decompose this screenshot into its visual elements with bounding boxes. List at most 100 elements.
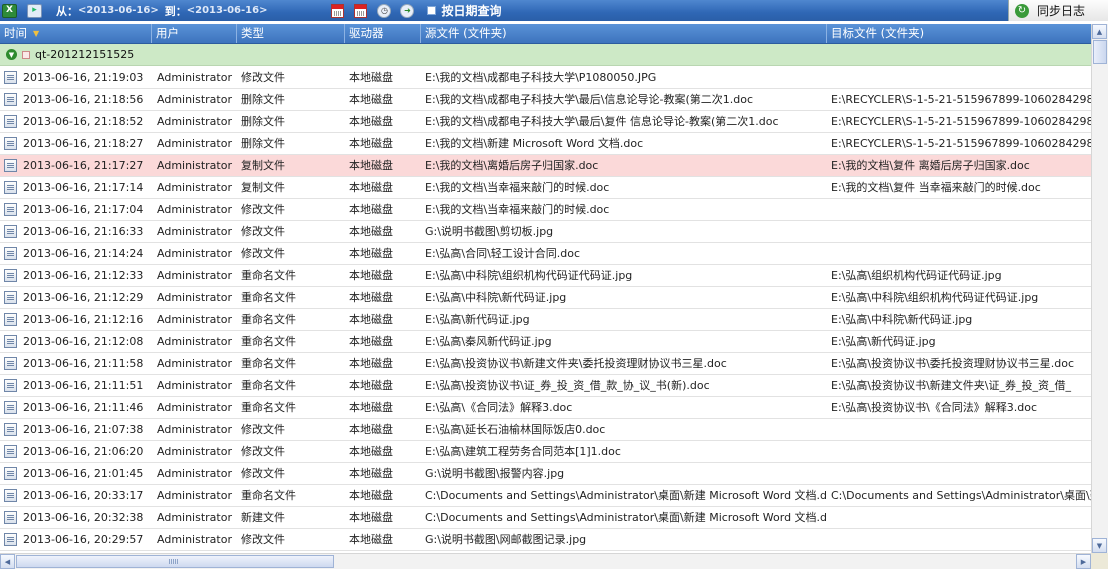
column-header-target[interactable]: 目标文件 (文件夹)	[827, 24, 1091, 43]
table-row[interactable]: 2013-06-16, 20:29:57 Administrator 修改文件 本地磁…	[0, 529, 1091, 551]
cell-target: E:\弘高\组织机构代码证代码证.jpg	[831, 269, 1002, 282]
horizontal-scroll-thumb[interactable]	[16, 555, 334, 568]
scroll-up-icon[interactable]: ▲	[1092, 24, 1107, 39]
table-row[interactable]: 2013-06-16, 21:07:38 Administrator 修改文件 本地磁…	[0, 419, 1091, 441]
cell-target	[831, 441, 1091, 462]
table-row[interactable]: 2013-06-16, 21:12:16 Administrator 重命名文件 本地…	[0, 309, 1091, 331]
clock-icon[interactable]: ◷	[377, 3, 392, 18]
group-row[interactable]: ▼ qt-201212151525	[0, 44, 1091, 66]
toolbar: X ▸ 从： <2013-06-16> 到： <2013-06-16> ◷ ➜ …	[0, 0, 1108, 21]
cell-source: E:\弘高\建筑工程劳务合同范本[1]1.doc	[425, 445, 621, 458]
table-row[interactable]: 2013-06-16, 21:11:46 Administrator 重命名文件 本地…	[0, 397, 1091, 419]
cell-target: E:\RECYCLER\S-1-5-21-515967899-106028429…	[831, 115, 1091, 128]
table-row[interactable]: 2013-06-16, 21:18:27 Administrator 删除文件 本地磁…	[0, 133, 1091, 155]
cell-target: E:\弘高\投资协议书\委托投资理财协议书三星.doc	[831, 357, 1075, 370]
cell-user: Administrator	[157, 93, 232, 106]
log-entry-icon	[4, 71, 17, 84]
cell-source: E:\弘高\新代码证.jpg	[425, 313, 530, 326]
table-row[interactable]: 2013-06-16, 21:12:29 Administrator 重命名文件 本地…	[0, 287, 1091, 309]
date-query-checkbox[interactable]	[427, 6, 437, 15]
cell-type: 重命名文件	[241, 379, 296, 392]
log-entry-icon	[4, 423, 17, 436]
calendar-icon[interactable]	[354, 3, 368, 18]
scroll-corner	[1091, 553, 1108, 569]
log-entry-icon	[4, 137, 17, 150]
cell-type: 重命名文件	[241, 313, 296, 326]
table-row[interactable]: 2013-06-16, 21:11:51 Administrator 重命名文件 本地…	[0, 375, 1091, 397]
table-row[interactable]: 2013-06-16, 21:11:58 Administrator 重命名文件 本地…	[0, 353, 1091, 375]
excel-icon[interactable]: X	[2, 3, 17, 18]
cell-type: 复制文件	[241, 159, 285, 172]
cell-drive: 本地磁盘	[349, 511, 393, 524]
table-row[interactable]: 2013-06-16, 21:16:33 Administrator 修改文件 本地磁…	[0, 221, 1091, 243]
cell-type: 重命名文件	[241, 357, 296, 370]
cell-time: 2013-06-16, 21:17:27	[23, 159, 144, 172]
date-query-label[interactable]: 按日期查询	[441, 2, 501, 19]
calendar-icon[interactable]	[331, 3, 345, 18]
column-header-source[interactable]: 源文件 (文件夹)	[421, 24, 827, 43]
cell-drive: 本地磁盘	[349, 313, 393, 326]
cell-target	[831, 67, 1091, 88]
log-entry-icon	[4, 269, 17, 282]
from-date[interactable]: <2013-06-16>	[78, 5, 159, 16]
cell-drive: 本地磁盘	[349, 423, 393, 436]
cell-time: 2013-06-16, 21:12:33	[23, 269, 144, 282]
table-row[interactable]: 2013-06-16, 21:17:04 Administrator 修改文件 本地磁…	[0, 199, 1091, 221]
table-row[interactable]: 2013-06-16, 21:19:03 Administrator 修改文件 本地磁…	[0, 67, 1091, 89]
table-row[interactable]: 2013-06-16, 21:18:56 Administrator 删除文件 本地磁…	[0, 89, 1091, 111]
cell-drive: 本地磁盘	[349, 181, 393, 194]
table-row[interactable]: 2013-06-16, 21:17:14 Administrator 复制文件 本地磁…	[0, 177, 1091, 199]
sync-log-button[interactable]: ↻ 同步日志	[1008, 0, 1108, 21]
log-entry-icon	[4, 445, 17, 458]
column-header-drive[interactable]: 驱动器	[345, 24, 421, 43]
vertical-scrollbar[interactable]: ▲ ▼	[1091, 24, 1108, 553]
cell-target: E:\RECYCLER\S-1-5-21-515967899-106028429…	[831, 137, 1091, 150]
cell-source: E:\我的文档\当幸福来敲门的时候.doc	[425, 181, 610, 194]
scroll-down-icon[interactable]: ▼	[1092, 538, 1107, 553]
cell-source: E:\我的文档\成都电子科技大学\最后\复件 信息论导论-教案(第二次1.doc	[425, 115, 779, 128]
cell-drive: 本地磁盘	[349, 533, 393, 546]
cell-type: 修改文件	[241, 247, 285, 260]
table-row[interactable]: 2013-06-16, 21:18:52 Administrator 删除文件 本地磁…	[0, 111, 1091, 133]
column-label: 类型	[241, 26, 264, 40]
expand-icon[interactable]: ▼	[6, 49, 17, 60]
cell-target: C:\Documents and Settings\Administrator\…	[831, 489, 1091, 502]
from-label: 从：	[56, 4, 78, 18]
vertical-scroll-thumb[interactable]	[1093, 40, 1107, 64]
cell-user: Administrator	[157, 269, 232, 282]
log-entry-icon	[4, 335, 17, 348]
scroll-right-icon[interactable]: ▶	[1076, 554, 1091, 569]
cell-drive: 本地磁盘	[349, 93, 393, 106]
scroll-left-icon[interactable]: ◀	[0, 554, 15, 569]
log-entry-icon	[4, 357, 17, 370]
table-row[interactable]: 2013-06-16, 21:01:45 Administrator 修改文件 本地磁…	[0, 463, 1091, 485]
log-entry-icon	[4, 511, 17, 524]
cell-source: E:\弘高\投资协议书\证_券_投_资_借_款_协_议_书(新).doc	[425, 379, 710, 392]
cell-type: 删除文件	[241, 115, 285, 128]
cell-source: E:\弘高\合同\轻工设计合同.doc	[425, 247, 581, 260]
column-header-time[interactable]: 时间 ▼	[0, 24, 152, 43]
table-row[interactable]: 2013-06-16, 21:14:24 Administrator 修改文件 本地磁…	[0, 243, 1091, 265]
export-icon[interactable]: ▸	[27, 3, 42, 18]
table-row[interactable]: 2013-06-16, 20:33:17 Administrator 重命名文件 本地…	[0, 485, 1091, 507]
cell-time: 2013-06-16, 21:19:03	[23, 71, 144, 84]
cell-time: 2013-06-16, 21:14:24	[23, 247, 144, 260]
cell-user: Administrator	[157, 203, 232, 216]
column-header-user[interactable]: 用户	[152, 24, 237, 43]
cell-user: Administrator	[157, 423, 232, 436]
to-date[interactable]: <2013-06-16>	[187, 5, 268, 16]
table-row[interactable]: 2013-06-16, 21:12:08 Administrator 重命名文件 本地…	[0, 331, 1091, 353]
column-header-type[interactable]: 类型	[237, 24, 345, 43]
cell-user: Administrator	[157, 313, 232, 326]
table-row[interactable]: 2013-06-16, 21:12:33 Administrator 重命名文件 本地…	[0, 265, 1091, 287]
table-row[interactable]: 2013-06-16, 20:32:38 Administrator 新建文件 本地磁…	[0, 507, 1091, 529]
horizontal-scrollbar[interactable]: ◀ ▶	[0, 553, 1091, 569]
go-icon[interactable]: ➜	[400, 3, 415, 18]
table-row[interactable]: 2013-06-16, 21:06:20 Administrator 修改文件 本地磁…	[0, 441, 1091, 463]
cell-drive: 本地磁盘	[349, 137, 393, 150]
cell-time: 2013-06-16, 21:11:58	[23, 357, 144, 370]
cell-drive: 本地磁盘	[349, 467, 393, 480]
table-row[interactable]: 2013-06-16, 21:17:27 Administrator 复制文件 本地磁…	[0, 155, 1091, 177]
cell-type: 重命名文件	[241, 489, 296, 502]
cell-type: 修改文件	[241, 203, 285, 216]
